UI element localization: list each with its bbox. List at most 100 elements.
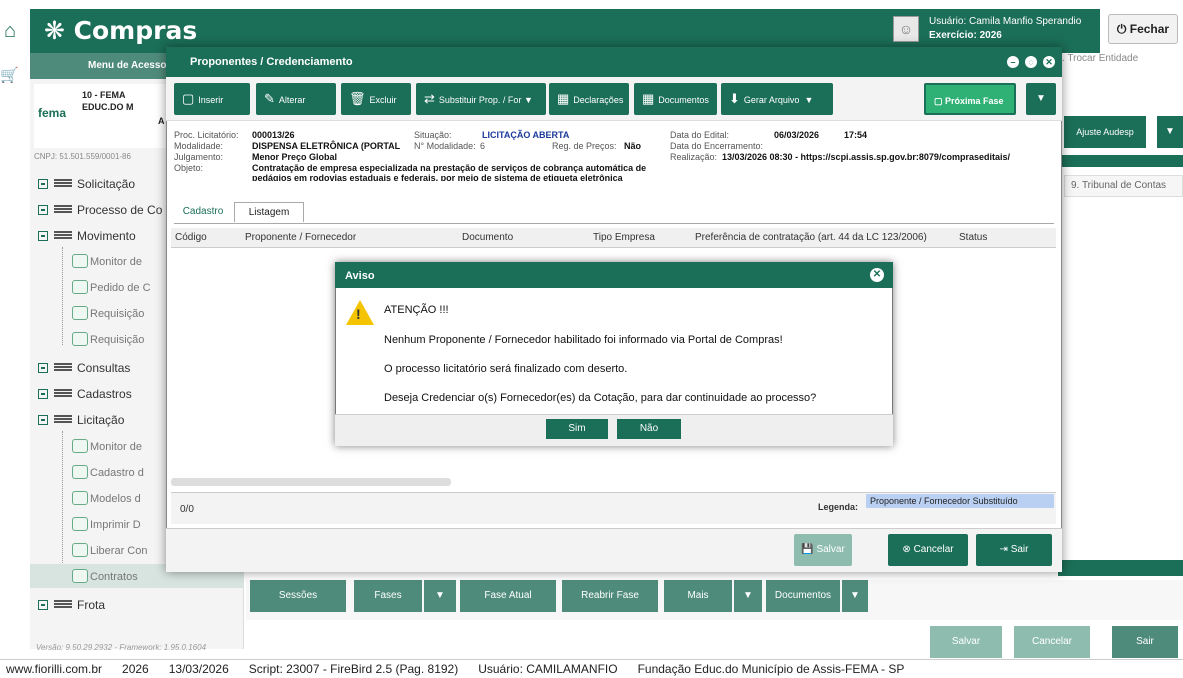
collapse-icon[interactable]	[38, 231, 48, 241]
chevron-down-icon[interactable]: ▼	[734, 580, 762, 612]
legend-label: Legenda:	[818, 502, 859, 512]
green-strip	[1058, 560, 1183, 576]
document-icon	[72, 306, 88, 320]
inserir-button[interactable]: ▢ Inserir	[174, 83, 250, 115]
situacao-label: Situação:	[414, 130, 452, 140]
sidebar-item-cadastro[interactable]: Cadastro d	[72, 462, 170, 484]
chevron-down-icon[interactable]: ▼	[842, 580, 868, 612]
expand-icon[interactable]	[38, 600, 48, 610]
trocar-entidade-link[interactable]: . Trocar Entidade	[1062, 53, 1138, 64]
expand-icon[interactable]	[38, 363, 48, 373]
dialog-message-2: O processo licitatório será finalizado c…	[384, 363, 628, 375]
window-cancelar-button[interactable]: ⊗ Cancelar	[888, 534, 968, 566]
cart-icon[interactable]: 🛒	[0, 66, 22, 88]
sidebar-item-monitor-licitacao[interactable]: Monitor de	[72, 436, 170, 458]
declaracoes-button[interactable]: ▦ Declarações	[549, 83, 629, 115]
dialog-message-3: Deseja Credenciar o(s) Fornecedor(es) da…	[384, 392, 817, 404]
column-header[interactable]: Preferência de contratação (art. 44 da L…	[695, 232, 927, 243]
grid-icon: ▦	[557, 91, 570, 106]
fase-atual-button[interactable]: Fase Atual	[460, 580, 556, 612]
expand-icon[interactable]	[38, 179, 48, 189]
horizontal-scrollbar[interactable]	[171, 478, 451, 486]
reabrir-fase-button[interactable]: Reabrir Fase	[562, 580, 658, 612]
status-entity: Fundação Educ.do Município de Assis-FEMA…	[637, 662, 905, 676]
sidebar-group-solicitacao[interactable]: Solicitação	[30, 173, 170, 195]
documentos-button[interactable]: Documentos	[766, 580, 840, 612]
dialog-message-1: Nenhum Proponente / Fornecedor habilitad…	[384, 334, 783, 346]
sidebar-group-movimento[interactable]: Movimento	[30, 225, 170, 247]
tab-strip	[174, 202, 1054, 224]
document-icon	[72, 517, 88, 531]
button-label: Excluir	[369, 95, 397, 105]
sidebar-group-consultas[interactable]: Consultas	[30, 357, 170, 379]
column-header[interactable]: Proponente / Fornecedor	[245, 232, 356, 243]
sessoes-button[interactable]: Sessões	[250, 580, 346, 612]
sidebar-item-liberar[interactable]: Liberar Con	[72, 540, 170, 562]
minimize-icon[interactable]: –	[1007, 56, 1019, 68]
next-icon: ▢	[934, 96, 943, 106]
salvar-button[interactable]: Salvar	[930, 626, 1002, 658]
sidebar-group-licitacao[interactable]: Licitação	[30, 409, 170, 431]
sidebar-item-requisicao[interactable]: Requisição	[72, 303, 170, 325]
chevron-down-icon[interactable]: ▼	[1026, 83, 1056, 115]
menu-icon	[54, 363, 72, 371]
trocar-label: Trocar Entidade	[1067, 53, 1139, 64]
download-icon: ⬇	[729, 91, 740, 106]
cancelar-button[interactable]: Cancelar	[1014, 626, 1090, 658]
column-header[interactable]: Documento	[462, 232, 513, 243]
collapse-icon[interactable]	[38, 415, 48, 425]
nmod-value: 6	[480, 141, 486, 151]
proxima-fase-button[interactable]: ▢ Próxima Fase	[924, 83, 1016, 115]
sair-button[interactable]: Sair	[1112, 626, 1178, 658]
nmod-label: N° Modalidade:	[414, 141, 476, 151]
column-header[interactable]: Código	[175, 232, 207, 243]
window-sair-button[interactable]: ⇥ Sair	[976, 534, 1052, 566]
menu-icon	[54, 389, 72, 397]
gerar-arquivo-button[interactable]: ⬇ Gerar Arquivo ▼	[721, 83, 833, 115]
chevron-down-icon[interactable]: ▼	[1157, 116, 1183, 148]
close-button[interactable]: ⏻ Fechar	[1108, 14, 1178, 44]
status-year: 2026	[122, 662, 149, 676]
sidebar-item-modelos[interactable]: Modelos d	[72, 488, 170, 510]
home-icon[interactable]: ⌂	[4, 20, 26, 42]
close-icon[interactable]: ✕	[1043, 56, 1055, 68]
column-header[interactable]: Status	[959, 232, 987, 243]
tab-cadastro[interactable]: Cadastro	[174, 202, 232, 222]
realizacao-label: Realização:	[670, 152, 718, 162]
tab-listagem[interactable]: Listagem	[234, 202, 304, 222]
sidebar-item-monitor[interactable]: Monitor de	[72, 251, 170, 273]
sidebar-group-cadastros[interactable]: Cadastros	[30, 383, 170, 405]
sidebar-group-frota[interactable]: Frota	[30, 594, 170, 616]
substituir-button[interactable]: ⇄ Substituir Prop. / For ▼	[416, 83, 546, 115]
objeto-value-continued: pedágios em rodovias estaduais e federai…	[252, 173, 623, 181]
documentos-button[interactable]: ▦ Documentos	[634, 83, 717, 115]
chevron-down-icon[interactable]: ▼	[424, 580, 456, 612]
button-label: Substituir Prop. / For	[438, 95, 522, 105]
hora-edital-value: 17:54	[844, 130, 868, 140]
tab-tribunal-contas[interactable]: 9. Tribunal de Contas	[1064, 175, 1183, 197]
julgamento-label: Julgamento:	[174, 152, 224, 162]
sidebar-item-pedido[interactable]: Pedido de C	[72, 277, 170, 299]
mais-button[interactable]: Mais	[664, 580, 732, 612]
column-header[interactable]: Tipo Empresa	[593, 232, 655, 243]
expand-icon[interactable]	[38, 205, 48, 215]
modalidade-value: DISPENSA ELETRÔNICA (PORTAL	[252, 141, 401, 151]
yes-button[interactable]: Sim	[546, 419, 608, 439]
ajuste-audesp-button[interactable]: Ajuste Audesp	[1064, 116, 1146, 148]
sidebar-group-processo[interactable]: Processo de Co	[30, 199, 170, 221]
fases-button[interactable]: Fases	[354, 580, 422, 612]
expand-icon[interactable]	[38, 389, 48, 399]
sidebar-item-label: Modelos d	[90, 493, 141, 505]
no-button[interactable]: Não	[617, 419, 681, 439]
pencil-icon: ✎	[264, 91, 275, 106]
sidebar-item-requisicao-2[interactable]: Requisição	[72, 329, 170, 351]
alterar-button[interactable]: ✎ Alterar	[256, 83, 336, 115]
excluir-button[interactable]: 🗑 Excluir	[341, 83, 411, 115]
user-label: Usuário: Camila Manfio Sperandio	[929, 16, 1082, 27]
close-icon[interactable]: ✕	[870, 268, 884, 282]
sidebar-item-contratos[interactable]: Contratos	[72, 566, 170, 588]
restore-icon[interactable]: ◌	[1025, 56, 1037, 68]
sidebar-item-imprimir[interactable]: Imprimir D	[72, 514, 170, 536]
window-salvar-button[interactable]: 💾 Salvar	[794, 534, 852, 566]
data-edital-label: Data do Edital:	[670, 130, 730, 140]
